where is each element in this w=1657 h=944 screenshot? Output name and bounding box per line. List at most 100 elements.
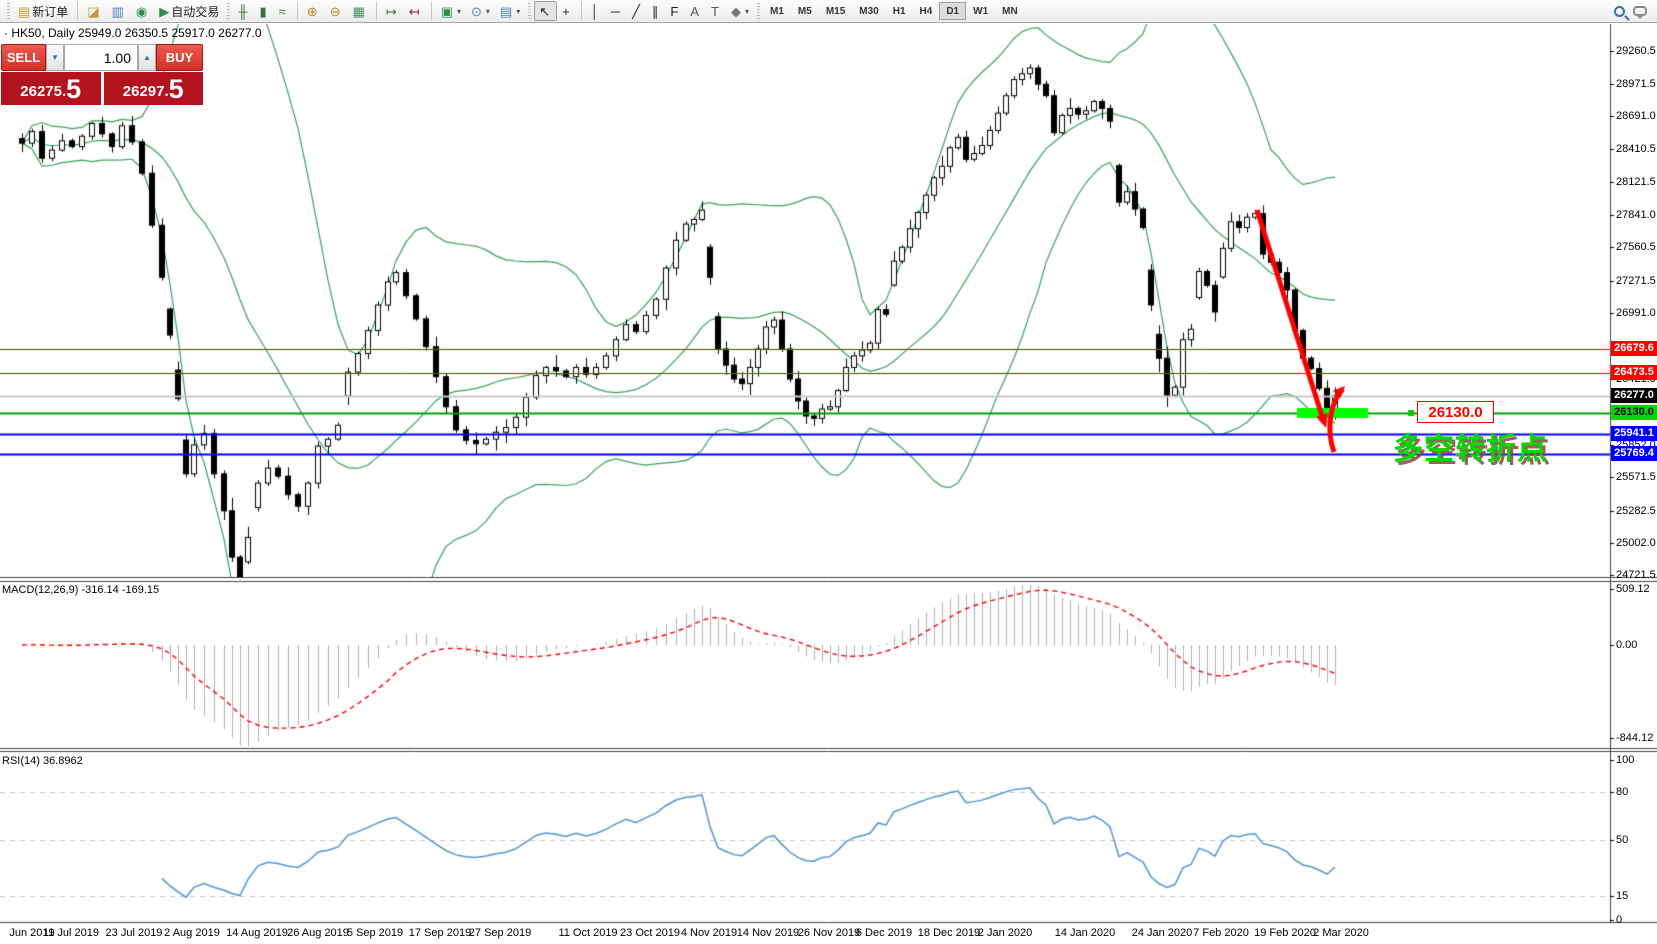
turning-point-annotation[interactable]: 多空转折点 <box>1393 424 1548 468</box>
trendline-tool-icon: ╱ <box>632 3 640 19</box>
buy-price-base: 26297. <box>122 83 169 100</box>
auto-trading-button[interactable]: ▶ 自动交易 <box>154 1 224 21</box>
new-chart-icon: ▣ <box>440 3 453 19</box>
bar-chart-icon: ╫ <box>238 3 248 19</box>
text-tool-icon: A <box>690 3 700 19</box>
macd-name: MACD(12,26,9) <box>2 584 79 596</box>
cursor-tool-button[interactable]: ↖ <box>534 1 558 21</box>
dropdown-arrow-icon[interactable]: ▾ <box>457 7 461 16</box>
templates-button[interactable]: ▤ ▾ <box>495 1 525 21</box>
zoom-out-button[interactable]: ⊖ <box>325 1 348 21</box>
price-axis-tick: 27271.5 <box>1616 275 1656 287</box>
channel-tool-button[interactable]: ∥ <box>647 1 666 21</box>
chart-shift-button[interactable]: ↤ <box>404 1 427 21</box>
price-axis-tick: 25571.5 <box>1616 471 1656 483</box>
toolbar-grip <box>7 3 10 19</box>
chat-icon[interactable] <box>1633 6 1647 19</box>
crosshair-tool-icon: + <box>562 3 570 19</box>
volume-decrease-button[interactable]: ▼ <box>46 44 64 71</box>
buy-price[interactable]: 26297. 5 <box>103 72 203 105</box>
price-axis-tick: 25002.0 <box>1616 537 1656 549</box>
cursor-tool-icon: ↖ <box>539 3 551 19</box>
toolbar-separator <box>77 2 79 20</box>
chart-canvas[interactable] <box>0 0 1657 944</box>
history-center-button[interactable]: ◪ <box>82 1 106 21</box>
timeframe-toolbar: M1 M5 M15 M30 H1 H4 D1 W1 MN <box>763 2 1025 20</box>
mt4-window: ▤ 新订单 ◪ ▥ ◉ ▶ 自动交易 ╫ ▮ ≈ ⊕ ⊖ ▦ ↦ ↤ ▣ ▾ ⊙ ▾ ▤ ▾ ↖ + │ ─ ╱ ∥ F A T ◆ ▾ M1… <box>0 0 1657 944</box>
toolbar-grip <box>227 3 231 19</box>
volume-input[interactable]: 1.00 <box>64 44 138 71</box>
rsi-indicator-label: RSI(14) 36.8962 <box>2 755 83 767</box>
timeframe-m5-button[interactable]: M5 <box>791 2 819 20</box>
shapes-tool-button[interactable]: ◆ ▾ <box>726 1 754 21</box>
text-tool-button[interactable]: A <box>685 1 706 21</box>
rsi-axis-tick: 50 <box>1616 834 1629 846</box>
search-icon[interactable] <box>1614 5 1625 17</box>
market-watch-icon: ▥ <box>111 3 124 19</box>
dropdown-arrow-icon[interactable]: ▾ <box>745 7 749 16</box>
timeframe-d1-button[interactable]: D1 <box>939 2 967 20</box>
price-axis-tick: 27841.0 <box>1616 209 1656 221</box>
toolbar-items: ▤ 新订单 ◪ ▥ ◉ ▶ 自动交易 ╫ ▮ ≈ ⊕ ⊖ ▦ ↦ ↤ ▣ ▾ ⊙ ▾ ▤ ▾ ↖ + │ ─ ╱ ∥ F A T ◆ ▾ <box>4 1 763 21</box>
price-level-label: 26130.0 <box>1611 405 1657 420</box>
one-click-trade-panel: SELL ▼ 1.00 ▲ BUY 26275. 5 26297. 5 <box>1 44 203 105</box>
templates-icon: ▤ <box>499 3 513 19</box>
price-axis-tick: 28691.0 <box>1616 110 1656 122</box>
label-tool-button[interactable]: T <box>706 1 726 21</box>
toolbar-grip <box>528 3 532 19</box>
toolbar-right <box>1614 5 1653 19</box>
new-chart-button[interactable]: ▣ ▾ <box>436 1 466 21</box>
signals-button[interactable]: ◉ <box>131 1 154 21</box>
crosshair-tool-button[interactable]: + <box>557 1 577 21</box>
price-level-label: 25769.4 <box>1611 446 1657 461</box>
toolbar-separator <box>375 2 377 20</box>
rsi-axis-tick: 100 <box>1616 754 1635 766</box>
line-chart-button[interactable]: ≈ <box>274 1 293 21</box>
channel-tool-icon: ∥ <box>651 3 659 19</box>
timeframe-mn-button[interactable]: MN <box>995 2 1025 20</box>
scroll-to-end-button[interactable]: ↦ <box>381 1 404 21</box>
tile-windows-button[interactable]: ▦ <box>348 1 372 21</box>
timeframe-h1-button[interactable]: H1 <box>886 2 913 20</box>
toolbar-grip <box>757 3 761 19</box>
toolbar-separator <box>430 2 432 20</box>
timeframe-h4-button[interactable]: H4 <box>913 2 940 20</box>
price-level-label: 26473.5 <box>1611 365 1657 380</box>
zoom-in-icon: ⊕ <box>306 3 318 19</box>
zoom-out-icon: ⊖ <box>329 3 341 19</box>
price-level-label: 26277.0 <box>1611 388 1657 403</box>
shapes-tool-icon: ◆ <box>731 3 741 19</box>
rsi-axis-tick: 80 <box>1616 786 1629 798</box>
profiles-icon: ⊙ <box>471 3 482 19</box>
date-axis-label: 27 Sep 2019 <box>468 927 532 939</box>
zoom-in-button[interactable]: ⊕ <box>302 1 325 21</box>
timeframe-m1-button[interactable]: M1 <box>763 2 791 20</box>
timeframe-m15-button[interactable]: M15 <box>819 2 852 20</box>
dropdown-arrow-icon[interactable]: ▾ <box>486 7 490 16</box>
fibonacci-tool-button[interactable]: F <box>665 1 685 21</box>
price-annotation-box[interactable]: 26130.0 <box>1417 401 1494 423</box>
date-axis-label: 2 Jan 2020 <box>977 927 1033 939</box>
new-order-button[interactable]: ▤ 新订单 <box>13 1 73 21</box>
rsi-axis-tick: 0 <box>1616 914 1623 926</box>
market-watch-button[interactable]: ▥ <box>107 1 131 21</box>
horizontal-line-tool-button[interactable]: ─ <box>606 1 627 21</box>
sell-price-pip: 5 <box>66 74 82 104</box>
vertical-line-tool-button[interactable]: │ <box>586 1 606 21</box>
candlestick-chart-icon: ▮ <box>259 3 267 19</box>
timeframe-m30-button[interactable]: M30 <box>852 2 885 20</box>
timeframe-w1-button[interactable]: W1 <box>966 2 995 20</box>
volume-increase-button[interactable]: ▲ <box>138 44 156 71</box>
dropdown-arrow-icon[interactable]: ▾ <box>516 7 520 16</box>
trendline-tool-button[interactable]: ╱ <box>627 1 647 21</box>
macd-values: -316.14 -169.15 <box>81 584 160 596</box>
buy-button[interactable]: BUY <box>156 44 203 71</box>
rsi-value: 36.8962 <box>42 755 83 767</box>
history-center-icon: ◪ <box>87 3 100 19</box>
signals-icon: ◉ <box>135 3 148 19</box>
candlestick-chart-button[interactable]: ▮ <box>254 1 273 21</box>
bar-chart-button[interactable]: ╫ <box>233 1 254 21</box>
profiles-button[interactable]: ⊙ ▾ <box>466 1 495 21</box>
sell-price[interactable]: 26275. 5 <box>1 72 101 105</box>
sell-button[interactable]: SELL <box>1 44 46 71</box>
